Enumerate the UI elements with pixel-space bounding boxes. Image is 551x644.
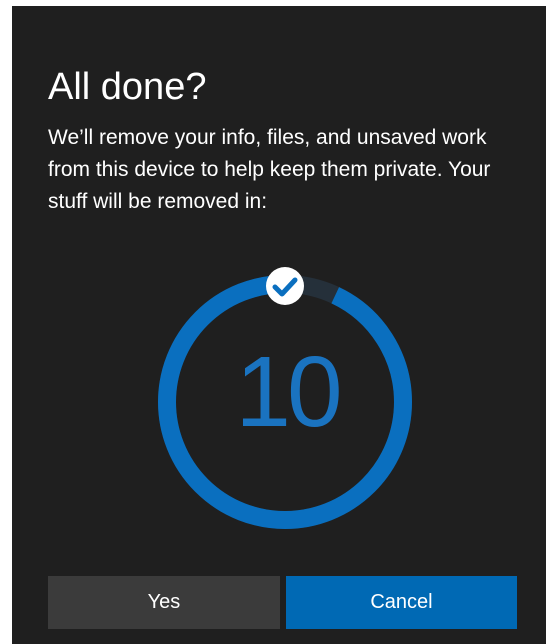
countdown-seconds: 10 bbox=[235, 336, 342, 448]
yes-button[interactable]: Yes bbox=[48, 576, 280, 629]
countdown-timer: 10 bbox=[155, 267, 415, 534]
sign-out-dialog: All done? We’ll remove your info, files,… bbox=[12, 6, 546, 644]
dialog-message: We’ll remove your info, files, and unsav… bbox=[48, 126, 491, 213]
cancel-button[interactable]: Cancel bbox=[286, 576, 517, 629]
dialog-title: All done? bbox=[48, 66, 207, 108]
checkmark-icon bbox=[266, 267, 304, 305]
